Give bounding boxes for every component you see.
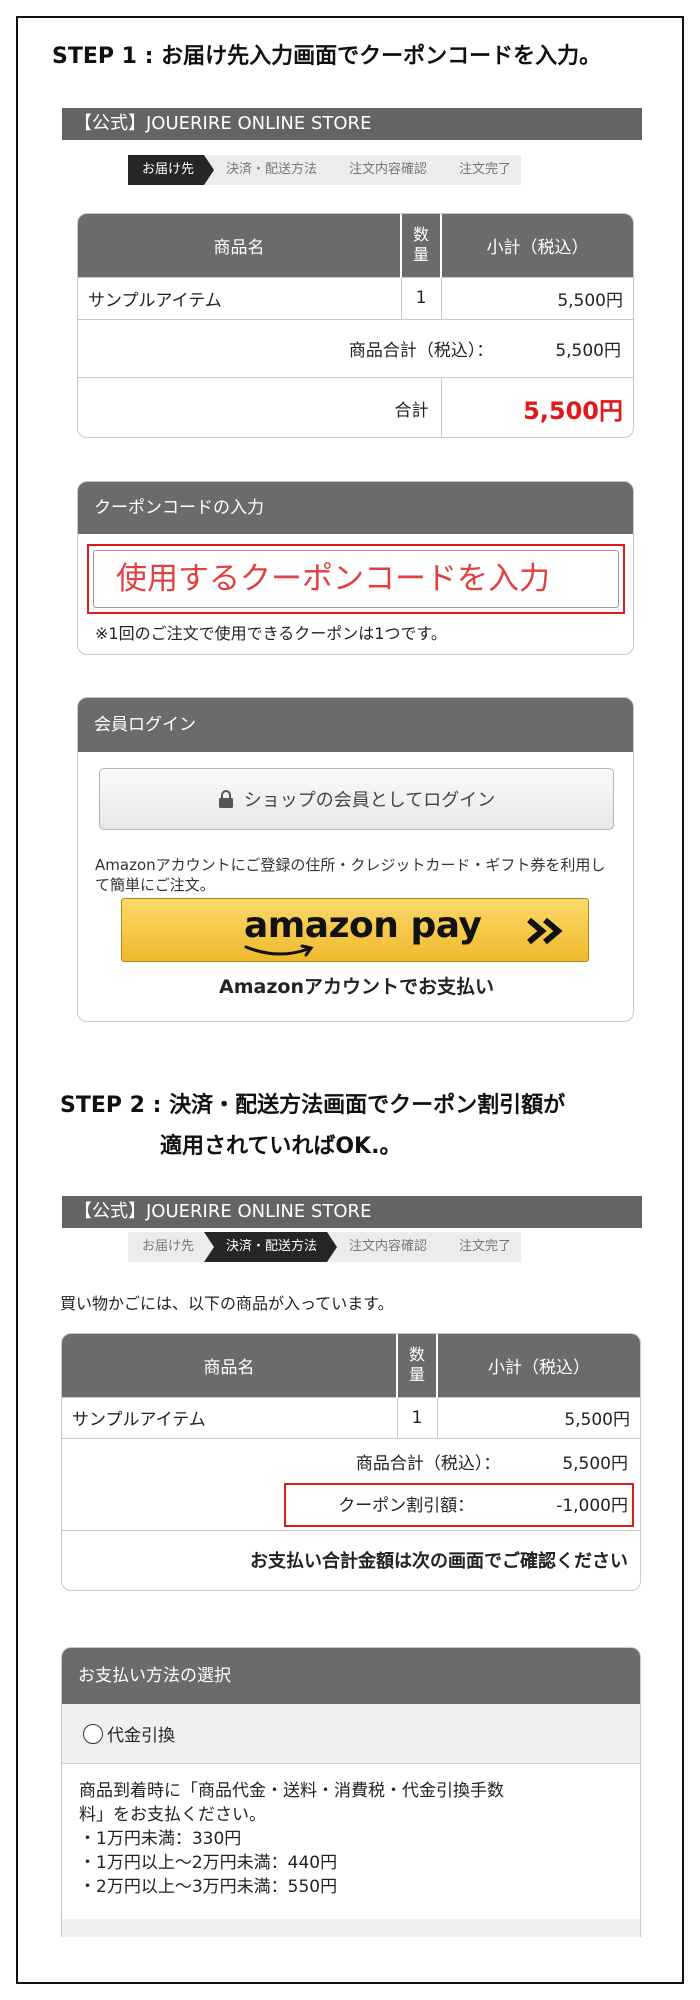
coupon-discount-value: -1,000円 [556,1495,628,1516]
total-value: 5,500円 [441,376,633,437]
fee-item: ・1万円未満：330円 [79,1829,242,1849]
subtotal-label: 商品合計（税込）： [348,340,494,361]
step1-title: STEP 1 : お届け先入力画面でクーポンコードを入力。 [52,44,602,69]
col-header-qty: 数量 [401,214,442,277]
coupon-code-input[interactable] [93,550,619,608]
store-name-bar-2: 【公式】JOUERIRE ONLINE STORE [62,1196,642,1228]
coupon-discount-label: クーポン割引額： [338,1495,475,1516]
order-summary-card-2: 商品名 数量 小計（税込） サンプルアイテム 1 5,500円 商品合計（税込）… [61,1333,641,1591]
member-login-card: 会員ログイン ショップの会員としてログイン Amazonアカウントにご登録の住所… [77,697,634,1022]
product-qty: 1 [397,1396,438,1438]
order-summary-card: 商品名 数量 小計（税込） サンプルアイテム 1 5,500円 商品合計（税込）… [77,213,634,438]
col-header-qty: 数量 [397,1334,438,1397]
table-row: サンプルアイテム 1 5,500円 [62,1396,640,1438]
amazon-caption: Amazonアカウントでお支払い [219,976,494,998]
col-header-subtotal: 小計（税込） [441,214,633,277]
amazon-description: Amazonアカウントにご登録の住所・クレジットカード・ギフト券を利用して簡単に… [95,856,606,894]
step-complete: 注文完了 [437,155,522,185]
coupon-card: クーポンコードの入力 ※1回のご注文で使用できるクーポンは1つです。 [77,481,634,655]
lock-icon [218,790,233,808]
payment-desc-line: 商品到着時に「商品代金・送料・消費税・代金引換手数 [79,1781,504,1801]
table-row: サンプルアイテム 1 5,500円 [78,276,633,319]
radio-button[interactable] [83,1723,103,1744]
col-header-product: 商品名 [62,1334,398,1397]
coupon-header: クーポンコードの入力 [78,482,633,534]
store-name-bar: 【公式】JOUERIRE ONLINE STORE [62,108,642,140]
total-label: 合計 [78,376,442,437]
payment-confirm-note: お支払い合計金額は次の画面でご確認ください [62,1529,640,1590]
fee-item: ・2万円以上～3万円未満：550円 [79,1877,338,1897]
col-header-subtotal: 小計（税込） [437,1334,640,1397]
member-login-label: ショップの会員としてログイン [243,790,496,811]
next-option-stripe [62,1919,640,1937]
amazon-pay-button[interactable]: amazon pay [121,898,589,962]
payment-option-cod[interactable]: 代金引換 [62,1704,640,1764]
product-name: サンプルアイテム [62,1396,398,1438]
product-qty: 1 [401,276,442,319]
double-chevron-icon [527,917,563,945]
product-subtotal: 5,500円 [441,276,633,319]
amazon-smile-icon [244,944,314,957]
step-confirm: 注文内容確認 [327,1232,448,1262]
payment-option-label: 代金引換 [107,1726,175,1746]
subtotal-label: 商品合計（税込）： [355,1453,501,1474]
step-confirm: 注文内容確認 [327,155,448,185]
payment-method-card: お支払い方法の選択 代金引換 商品到着時に「商品代金・送料・消費税・代金引換手数… [61,1647,641,1937]
step-delivery: お届け先 [128,1232,215,1262]
subtotal-value: 5,500円 [555,340,621,361]
items-table-2: 商品名 数量 小計（税込） サンプルアイテム 1 5,500円 商品合計（税込）… [62,1334,640,1590]
member-header: 会員ログイン [78,698,633,752]
step2-title-line1: STEP 2 : 決済・配送方法画面でクーポン割引額が [60,1093,566,1118]
checkout-steps: お届け先 決済・配送方法 注文内容確認 注文完了 [128,155,522,185]
col-header-product: 商品名 [78,214,402,277]
items-table: 商品名 数量 小計（税込） サンプルアイテム 1 5,500円 商品合計（税込）… [78,214,633,437]
checkout-steps-2: お届け先 決済・配送方法 注文内容確認 注文完了 [128,1232,522,1262]
step-delivery: お届け先 [128,155,215,185]
member-login-button[interactable]: ショップの会員としてログイン [99,768,614,830]
coupon-highlight [87,544,625,614]
step2-title-line2: 適用されていればOK.。 [160,1134,402,1159]
step-complete: 注文完了 [437,1232,522,1262]
coupon-note: ※1回のご注文で使用できるクーポンは1つです。 [95,624,447,643]
cart-note: 買い物かごには、以下の商品が入っています。 [60,1294,394,1313]
step-payment: 決済・配送方法 [204,155,338,185]
payment-header: お支払い方法の選択 [62,1648,640,1704]
step-payment: 決済・配送方法 [204,1232,338,1262]
payment-description: 商品到着時に「商品代金・送料・消費税・代金引換手数 料」をお支払ください。 ・1… [62,1764,640,1899]
payment-desc-line: 料」をお支払ください。 [79,1805,266,1825]
product-subtotal: 5,500円 [437,1396,640,1438]
amazon-pay-logo: amazon pay [244,905,482,946]
product-name: サンプルアイテム [78,276,402,319]
fee-item: ・1万円以上～2万円未満：440円 [79,1853,338,1873]
subtotal-value: 5,500円 [562,1453,628,1474]
